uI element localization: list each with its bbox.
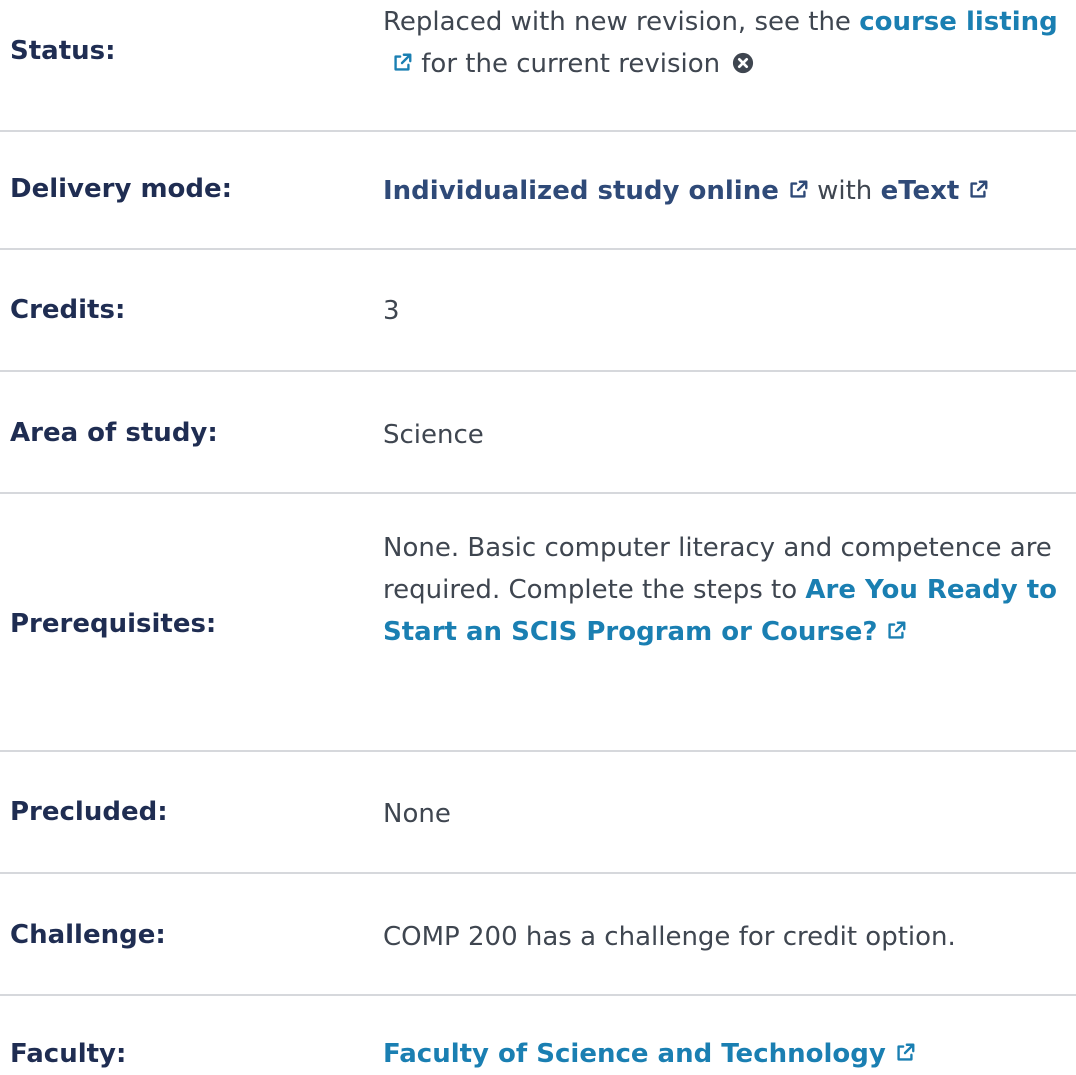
status-value: Replaced with new revision, see the cour… [383,1,1076,85]
precluded-row: Precluded: None [0,752,1076,874]
precluded-label: Precluded: [10,797,168,827]
external-link-icon [391,52,413,74]
area-row: Area of study: Science [0,372,1076,494]
etext-link-text: eText [880,176,960,206]
faculty-value: Faculty of Science and Technology [383,1033,1076,1075]
challenge-value: COMP 200 has a challenge for credit opti… [383,922,956,952]
prerequisites-value: None. Basic computer literacy and compet… [383,527,1076,653]
challenge-row: Challenge: COMP 200 has a challenge for … [0,874,1076,996]
faculty-link-text: Faculty of Science and Technology [383,1039,886,1069]
faculty-row: Faculty: Faculty of Science and Technolo… [0,996,1076,1071]
status-text-after: for the current revision [413,49,721,79]
delivery-row: Delivery mode: Individualized study onli… [0,130,1076,250]
times-circle-icon[interactable] [732,52,754,74]
external-link-icon [787,179,809,201]
status-label: Status: [10,36,116,66]
faculty-link[interactable]: Faculty of Science and Technology [383,1039,916,1069]
credits-value: 3 [383,296,400,326]
faculty-label: Faculty: [10,1039,127,1069]
external-link-icon [885,620,907,642]
external-link-icon [894,1042,916,1064]
status-row: Status: Replaced with new revision, see … [0,0,1076,132]
etext-link[interactable]: eText [881,176,990,206]
area-label: Area of study: [10,418,218,448]
area-value: Science [383,420,484,450]
status-text-before: Replaced with new revision, see the [383,7,860,37]
individualized-study-link[interactable]: Individualized study online [383,176,809,206]
credits-row: Credits: 3 [0,250,1076,372]
course-listing-link-text: course listing [859,7,1058,37]
credits-label: Credits: [10,295,126,325]
challenge-label: Challenge: [10,920,166,950]
delivery-middle-text: with [808,176,881,206]
delivery-value: Individualized study online with eText [383,170,1076,212]
external-link-icon [967,179,989,201]
prerequisites-label: Prerequisites: [10,609,217,639]
prerequisites-row: Prerequisites: None. Basic computer lite… [0,494,1076,752]
individualized-study-link-text: Individualized study online [383,176,779,206]
precluded-value: None [383,799,451,829]
delivery-label: Delivery mode: [10,174,233,204]
